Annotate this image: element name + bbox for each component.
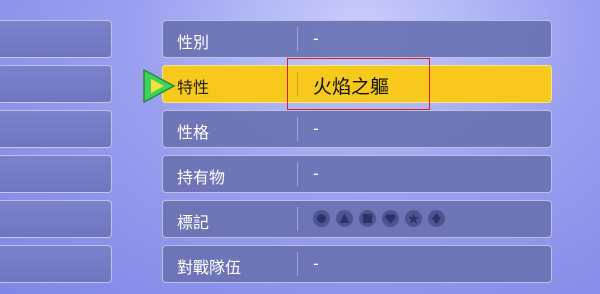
left-tab-6[interactable] [0, 245, 112, 283]
nature-value: - [313, 119, 319, 138]
circle-mark-icon[interactable] [313, 210, 330, 227]
battle-team-value: - [313, 254, 319, 273]
row-divider [297, 252, 298, 276]
markings-label: 標記 [177, 213, 210, 232]
row-divider [297, 162, 298, 186]
row-divider [297, 207, 298, 231]
diamond-mark-icon[interactable] [428, 210, 445, 227]
held-item-value: - [313, 164, 319, 183]
left-tab-3[interactable] [0, 110, 112, 148]
nature-label: 性格 [177, 123, 210, 142]
markings-list [313, 210, 445, 227]
triangle-mark-icon[interactable] [336, 210, 353, 227]
highlight-box [287, 58, 430, 110]
left-tab-4[interactable] [0, 155, 112, 193]
heart-mark-icon[interactable] [382, 210, 399, 227]
selection-cursor-icon [143, 68, 176, 104]
held-item-label: 持有物 [177, 168, 226, 187]
gender-row[interactable]: 性別 - [162, 20, 552, 58]
left-tab-5[interactable] [0, 200, 112, 238]
row-divider [297, 117, 298, 141]
markings-row[interactable]: 標記 [162, 200, 552, 238]
ability-label: 特性 [177, 78, 210, 97]
row-divider [297, 27, 298, 51]
gender-value: - [313, 29, 319, 48]
battle-team-label: 對戰隊伍 [177, 258, 242, 277]
nature-row[interactable]: 性格 - [162, 110, 552, 148]
left-tab-1[interactable] [0, 20, 112, 58]
gender-label: 性別 [177, 33, 210, 52]
square-mark-icon[interactable] [359, 210, 376, 227]
held-item-row[interactable]: 持有物 - [162, 155, 552, 193]
star-mark-icon[interactable] [405, 210, 422, 227]
left-tab-2[interactable] [0, 65, 112, 103]
battle-team-row[interactable]: 對戰隊伍 - [162, 245, 552, 283]
